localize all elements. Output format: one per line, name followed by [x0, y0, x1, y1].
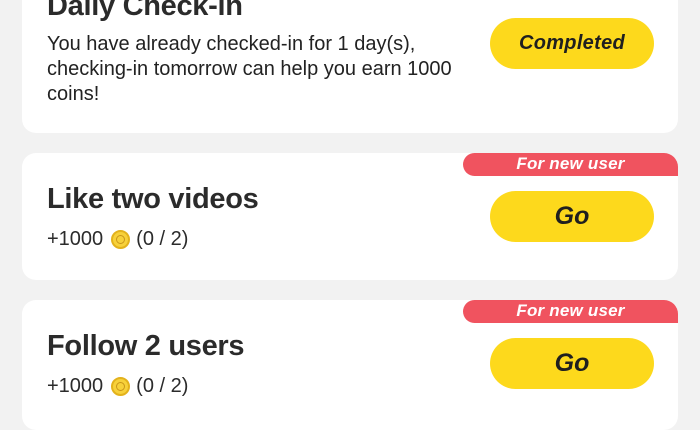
task-reward: +1000 (0 / 2) [47, 228, 188, 251]
task-title: Like two videos [47, 183, 259, 215]
go-button[interactable]: Go [490, 191, 654, 242]
follow-users-task-card: For new user Follow 2 users +1000 (0 / 2… [22, 300, 678, 430]
coin-icon [111, 377, 131, 396]
checkin-title: Daily Check-in [47, 0, 243, 22]
like-videos-task-card: For new user Like two videos +1000 (0 / … [22, 153, 678, 280]
new-user-tag: For new user [463, 153, 678, 176]
task-progress: (0 / 2) [136, 228, 189, 250]
completed-button[interactable]: Completed [490, 18, 654, 69]
reward-amount: +1000 [47, 228, 104, 250]
new-user-tag: For new user [463, 300, 678, 323]
coin-icon [111, 230, 131, 249]
go-button[interactable]: Go [490, 338, 654, 389]
task-progress: (0 / 2) [136, 375, 189, 397]
task-reward: +1000 (0 / 2) [47, 375, 188, 398]
task-title: Follow 2 users [47, 330, 245, 362]
reward-amount: +1000 [47, 375, 104, 397]
daily-checkin-card: Daily Check-in You have already checked-… [22, 0, 678, 133]
checkin-description: You have already checked-in for 1 day(s)… [47, 33, 452, 105]
